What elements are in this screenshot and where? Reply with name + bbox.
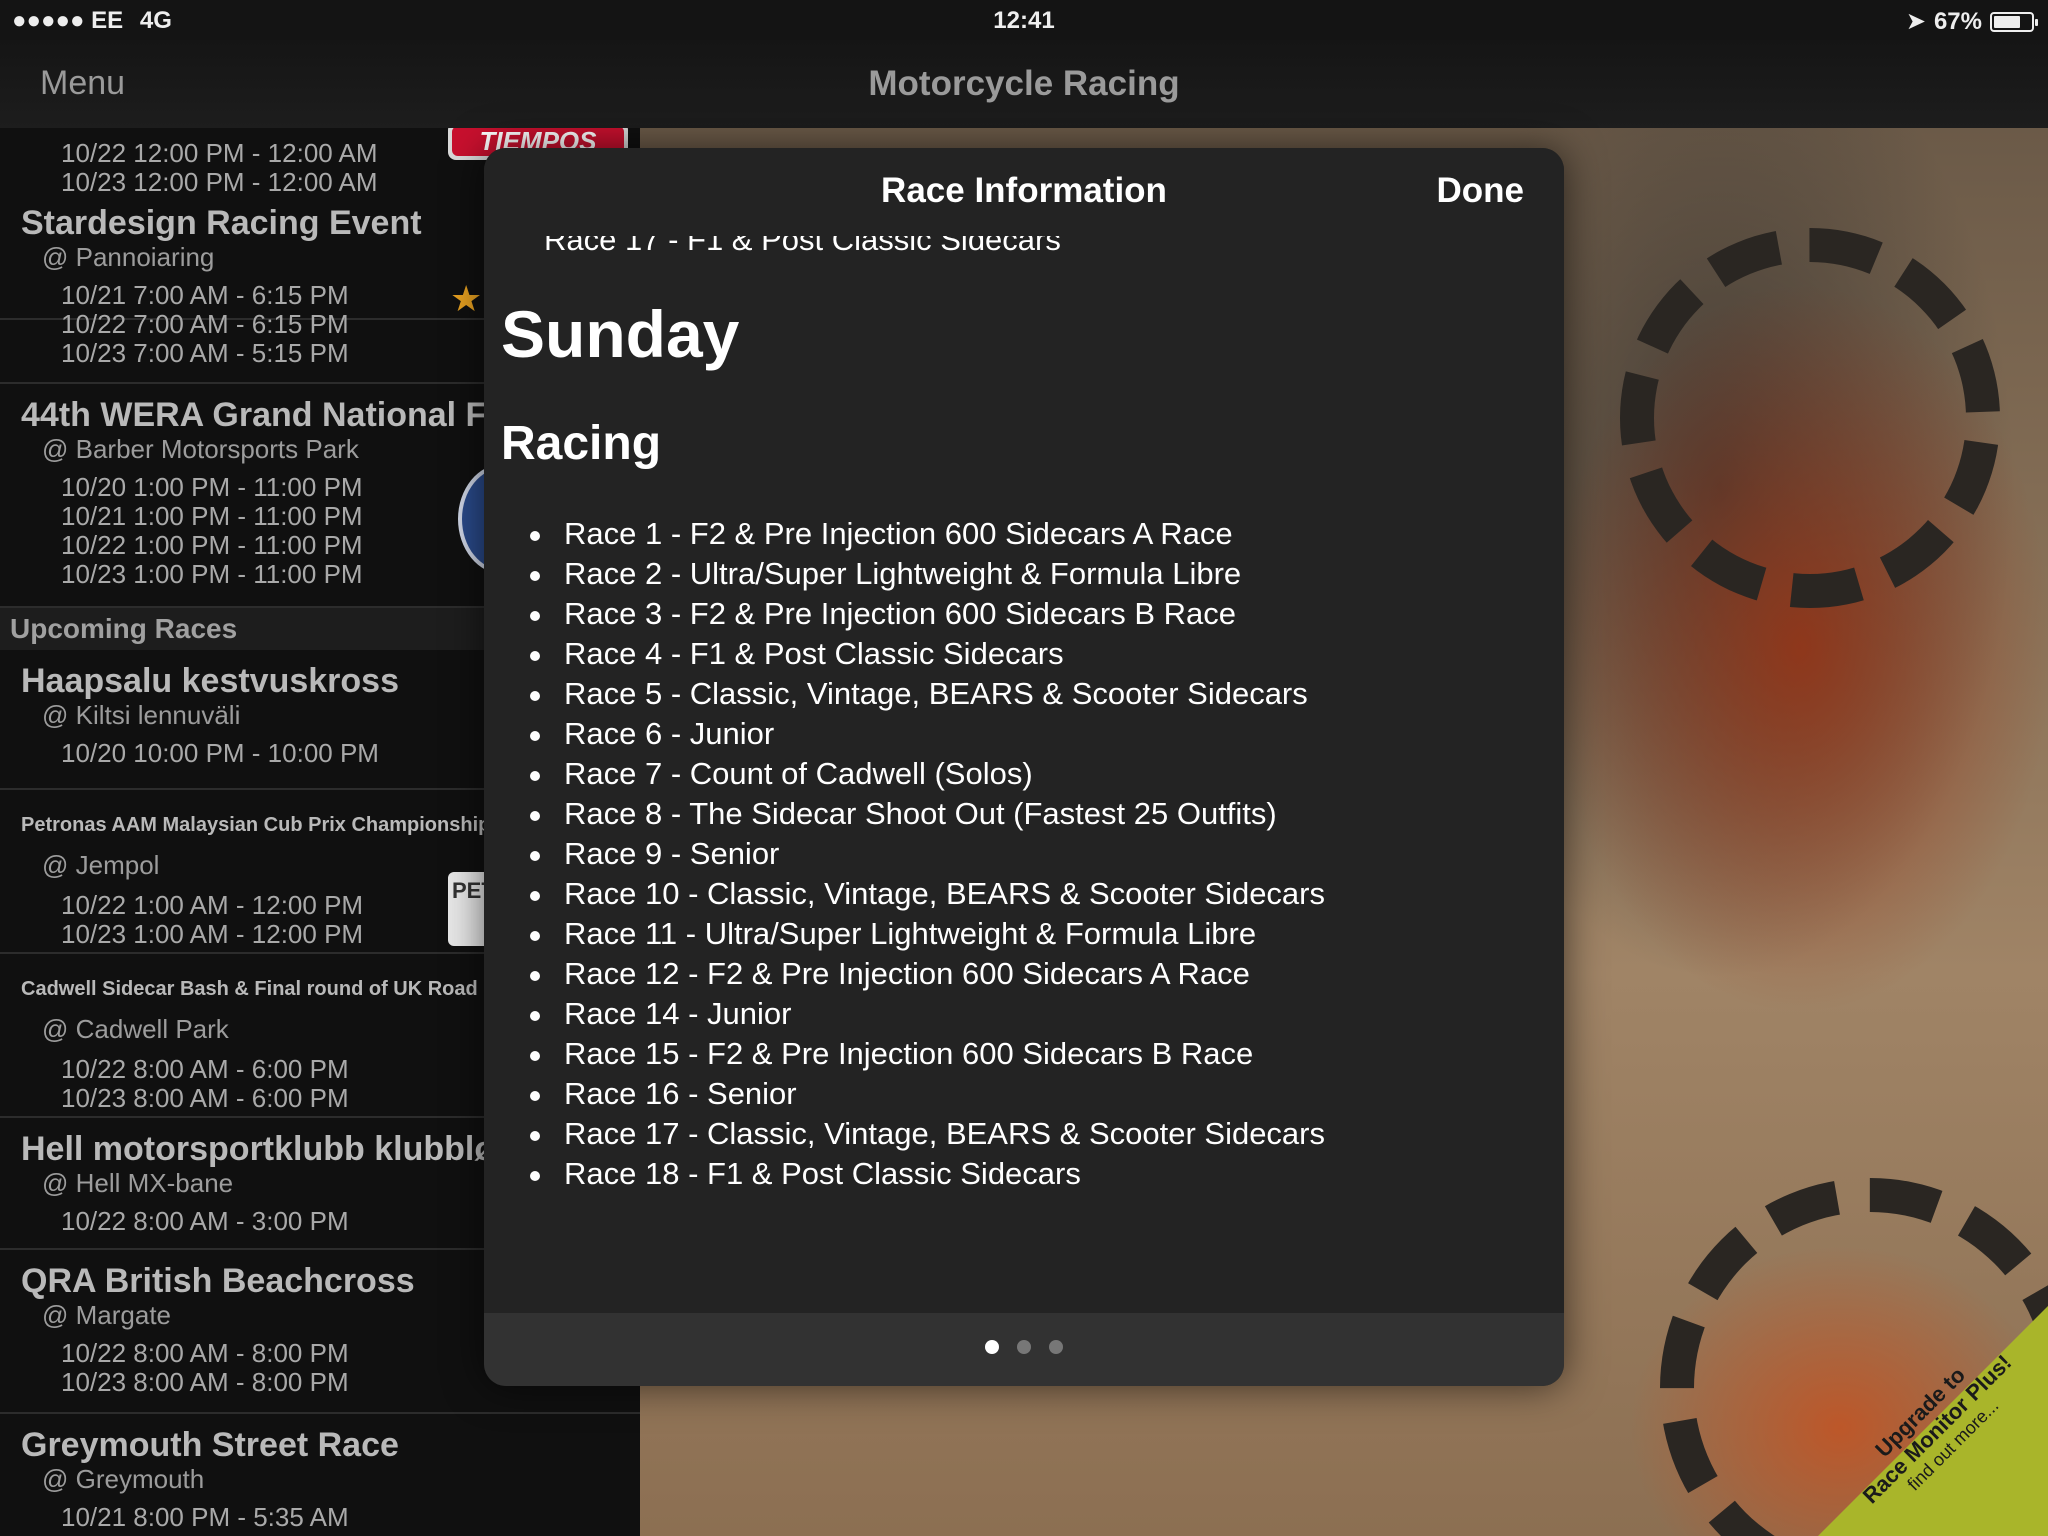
nav-title: Motorcycle Racing xyxy=(868,64,1180,103)
race-schedule-item: Race 2 - Ultra/Super Lightweight & Formu… xyxy=(530,554,1325,594)
race-schedule-item: Race 4 - F1 & Post Classic Sidecars xyxy=(530,634,1325,674)
status-right-group: ➤ 67% xyxy=(1905,7,2038,36)
race-time: 10/21 8:00 PM - 5:35 AM xyxy=(61,1502,349,1532)
race-venue: @ Hell MX-bane xyxy=(42,1168,234,1198)
race-venue: @ Jempol xyxy=(42,850,160,880)
race-title: QRA British Beachcross xyxy=(21,1262,415,1300)
race-time: 10/22 8:00 AM - 3:00 PM xyxy=(61,1206,349,1236)
race-time: 10/20 1:00 PM - 11:00 PM xyxy=(61,472,363,502)
race-schedule-item: Race 9 - Senior xyxy=(530,834,1325,874)
race-time: 10/22 8:00 AM - 6:00 PM xyxy=(61,1054,349,1084)
race-time: 10/21 7:00 AM - 6:15 PM xyxy=(61,280,349,310)
page-dot[interactable] xyxy=(1017,1340,1031,1354)
upgrade-ribbon[interactable]: Upgrade to Race Monitor Plus! find out m… xyxy=(1818,1306,2048,1536)
race-time: 10/23 1:00 AM - 12:00 PM xyxy=(61,919,364,949)
race-time: 10/20 10:00 PM - 10:00 PM xyxy=(61,738,379,768)
page-indicator[interactable] xyxy=(484,1340,1564,1354)
race-time: 10/21 1:00 PM - 11:00 PM xyxy=(61,501,363,531)
race-schedule-item: Race 10 - Classic, Vintage, BEARS & Scoo… xyxy=(530,874,1325,914)
battery-percentage: 67% xyxy=(1933,7,1982,35)
modal-content-scroll[interactable]: Race 17 - F1 & Post Classic Sidecars Sun… xyxy=(484,148,1564,1313)
race-venue: @ Kiltsi lennuväli xyxy=(42,700,241,730)
race-time: 10/22 12:00 PM - 12:00 AM xyxy=(61,138,378,168)
page-dot[interactable] xyxy=(1049,1340,1063,1354)
race-schedule-item: Race 11 - Ultra/Super Lightweight & Form… xyxy=(530,914,1325,954)
race-schedule-item: Race 6 - Junior xyxy=(530,714,1325,754)
race-title: Petronas AAM Malaysian Cub Prix Champion… xyxy=(21,814,491,836)
race-schedule-item: Race 17 - Classic, Vintage, BEARS & Scoo… xyxy=(530,1114,1325,1154)
done-button[interactable]: Done xyxy=(1437,171,1525,211)
race-time: 10/22 1:00 AM - 12:00 PM xyxy=(61,890,364,920)
race-time: 10/22 7:00 AM - 6:15 PM xyxy=(61,309,349,339)
modal-footer xyxy=(484,1313,1564,1386)
nav-bar: Menu Motorcycle Racing xyxy=(0,40,2048,128)
race-title: 44th WERA Grand National Final xyxy=(21,396,545,434)
race-title: Greymouth Street Race xyxy=(21,1426,399,1464)
battery-icon xyxy=(1990,11,2038,32)
status-bar: ●●●●● EE 4G 12:41 ➤ 67% xyxy=(0,0,2048,40)
race-venue: @ Pannoiaring xyxy=(42,242,215,272)
race-venue: @ Barber Motorsports Park xyxy=(42,434,359,464)
race-schedule-list: Race 1 - F2 & Pre Injection 600 Sidecars… xyxy=(530,514,1325,1194)
race-schedule-item: Race 7 - Count of Cadwell (Solos) xyxy=(530,754,1325,794)
race-venue: @ Greymouth xyxy=(42,1464,205,1494)
modal-header: Race Information Done xyxy=(484,148,1564,236)
clock: 12:41 xyxy=(993,7,1055,34)
race-information-modal: Race 17 - F1 & Post Classic Sidecars Sun… xyxy=(484,148,1564,1386)
race-time: 10/23 1:00 PM - 11:00 PM xyxy=(61,559,363,589)
race-schedule-item: Race 15 - F2 & Pre Injection 600 Sidecar… xyxy=(530,1034,1325,1074)
page-dot[interactable] xyxy=(985,1340,999,1354)
race-title: Cadwell Sidecar Bash & Final round of UK… xyxy=(21,978,478,1000)
race-time: 10/23 8:00 AM - 6:00 PM xyxy=(61,1083,349,1113)
race-time: 10/23 7:00 AM - 5:15 PM xyxy=(61,338,349,368)
race-venue: @ Cadwell Park xyxy=(42,1014,229,1044)
race-schedule-item: Race 18 - F1 & Post Classic Sidecars xyxy=(530,1154,1325,1194)
day-heading: Sunday xyxy=(501,297,740,371)
race-schedule-item: Race 8 - The Sidecar Shoot Out (Fastest … xyxy=(530,794,1325,834)
race-time: 10/22 8:00 AM - 8:00 PM xyxy=(61,1338,349,1368)
race-schedule-item: Race 12 - F2 & Pre Injection 600 Sidecar… xyxy=(530,954,1325,994)
race-title: Stardesign Racing Event xyxy=(21,204,422,242)
race-schedule-item: Race 1 - F2 & Pre Injection 600 Sidecars… xyxy=(530,514,1325,554)
location-arrow-icon: ➤ xyxy=(1905,8,1926,35)
race-title: Hell motorsportklubb klubbløp xyxy=(21,1130,516,1168)
race-schedule-item: Race 16 - Senior xyxy=(530,1074,1325,1114)
race-time: 10/22 1:00 PM - 11:00 PM xyxy=(61,530,363,560)
race-list-item[interactable]: Greymouth Street Race @ Greymouth 10/21 … xyxy=(0,1414,640,1536)
race-title: Haapsalu kestvuskross xyxy=(21,662,399,700)
race-time: 10/23 8:00 AM - 8:00 PM xyxy=(61,1367,349,1397)
race-schedule-item: Race 5 - Classic, Vintage, BEARS & Scoot… xyxy=(530,674,1325,714)
section-heading: Racing xyxy=(501,417,662,470)
race-schedule-item: Race 3 - F2 & Pre Injection 600 Sidecars… xyxy=(530,594,1325,634)
star-logo-icon: ★ xyxy=(450,278,483,319)
modal-title: Race Information xyxy=(881,171,1167,210)
battery-fill xyxy=(1994,15,2020,28)
race-schedule-item: Race 14 - Junior xyxy=(530,994,1325,1034)
race-venue: @ Margate xyxy=(42,1300,171,1330)
